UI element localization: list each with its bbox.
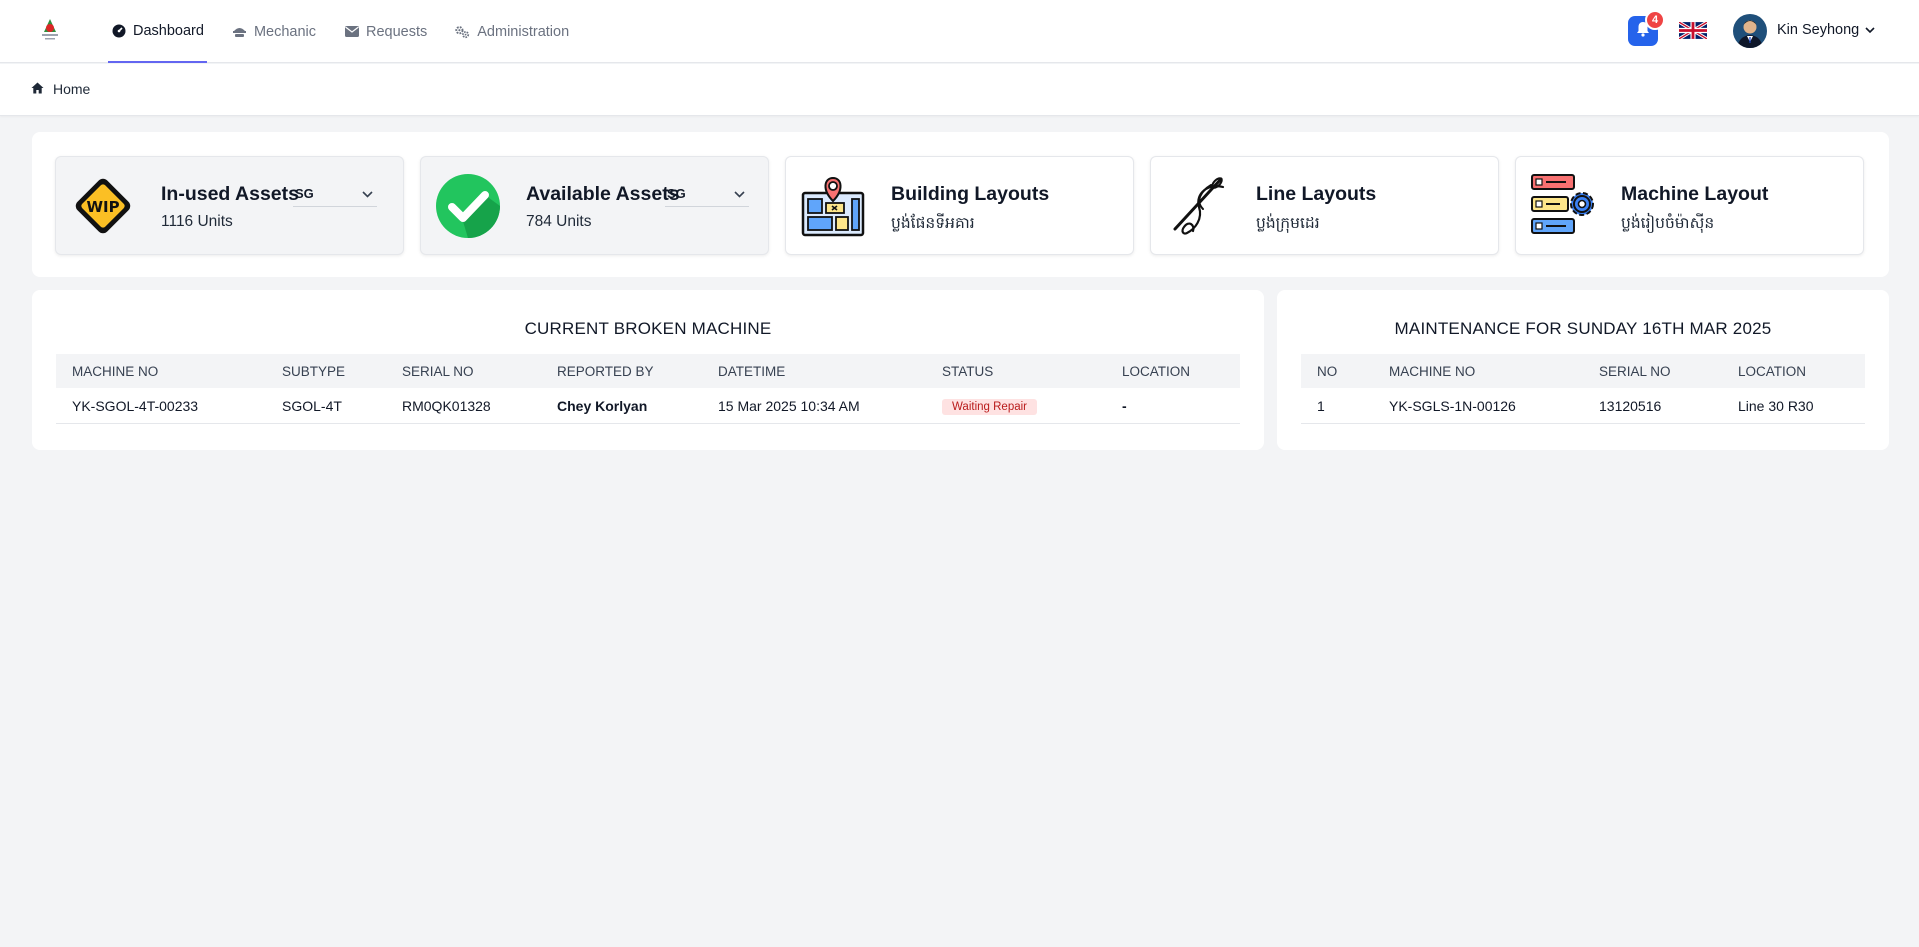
col-serial-no: SERIAL NO <box>1599 363 1671 379</box>
factory-select-value: SG <box>295 186 314 201</box>
cell-datetime: 15 Mar 2025 10:34 AM <box>718 397 860 414</box>
nav-mechanic[interactable]: Mechanic <box>229 0 319 63</box>
nav-dashboard-label: Dashboard <box>133 22 204 39</box>
panel-title: MAINTENANCE FOR SUNDAY 16TH MAR 2025 <box>1394 319 1772 338</box>
nav-administration[interactable]: Administration <box>452 0 572 63</box>
col-machine-no: MACHINE NO <box>1389 363 1476 379</box>
col-location: LOCATION <box>1738 363 1807 379</box>
top-navbar: Dashboard Mechanic Requests Administrati… <box>0 0 1919 63</box>
svg-text:WIP: WIP <box>86 198 119 216</box>
maintenance-panel: MAINTENANCE FOR SUNDAY 16TH MAR 2025 NO … <box>1277 290 1889 450</box>
wip-icon: WIP <box>70 173 136 239</box>
card-line-layouts[interactable]: Line Layouts ប្លង់ក្រុមដេរ <box>1150 156 1499 255</box>
dashboard-icon <box>111 23 126 38</box>
cell-serial-no: RM0QK01328 <box>402 397 491 414</box>
cell-subtype: SGOL-4T <box>282 397 342 414</box>
factory-select[interactable]: SG <box>665 181 749 207</box>
chevron-down-icon <box>734 186 745 201</box>
card-machine-layout[interactable]: Machine Layout ប្លង់រៀបចំម៉ាស៊ីន <box>1515 156 1864 255</box>
home-icon <box>31 81 44 97</box>
card-units: 784 Units <box>526 213 592 230</box>
cell-status: Waiting Repair <box>926 397 1106 415</box>
chevron-down-icon <box>362 186 373 201</box>
nav-requests-label: Requests <box>366 23 428 40</box>
breadcrumb-home: Home <box>53 81 91 97</box>
uk-flag-icon[interactable] <box>1678 20 1708 41</box>
table-row[interactable]: YK-SGOL-4T-00233 SGOL-4T RM0QK01328 Chey… <box>56 388 1240 424</box>
nav-dashboard[interactable]: Dashboard <box>108 0 207 63</box>
machine-list-icon <box>1530 173 1596 239</box>
factory-select[interactable]: SG <box>293 181 377 207</box>
gears-icon <box>455 24 470 39</box>
main-nav: Dashboard Mechanic Requests Administrati… <box>108 0 594 63</box>
table-header: NO MACHINE NO SERIAL NO LOCATION <box>1301 354 1865 388</box>
card-in-used-assets[interactable]: WIP In-used Assets 1116 Units SG <box>55 156 404 255</box>
notification-badge: 4 <box>1645 10 1665 30</box>
envelope-icon <box>344 24 359 39</box>
summary-cards-panel: WIP In-used Assets 1116 Units SG Availab… <box>32 132 1889 277</box>
chevron-down-icon <box>1865 22 1875 38</box>
broken-machine-panel: CURRENT BROKEN MACHINE MACHINE NO SUBTYP… <box>32 290 1264 450</box>
mechanic-icon <box>232 24 247 39</box>
card-title: In-used Assets <box>161 183 299 205</box>
col-serial-no: SERIAL NO <box>402 363 474 379</box>
broken-machine-table: MACHINE NO SUBTYPE SERIAL NO REPORTED BY… <box>56 354 1240 424</box>
check-icon <box>435 173 501 239</box>
user-name: Kin Seyhong <box>1777 22 1860 38</box>
nav-administration-label: Administration <box>477 23 570 40</box>
breadcrumb-bar: Home <box>0 64 1919 116</box>
card-subtitle-khmer: ប្លង់រៀបចំម៉ាស៊ីន <box>1621 215 1715 232</box>
nav-requests[interactable]: Requests <box>341 0 430 63</box>
card-title: Machine Layout <box>1621 183 1769 205</box>
sewing-needle-icon <box>1165 173 1231 239</box>
col-subtype: SUBTYPE <box>282 363 346 379</box>
col-status: STATUS <box>942 363 994 379</box>
col-reported-by: REPORTED BY <box>557 363 654 379</box>
col-datetime: DATETIME <box>718 363 786 379</box>
cell-machine-no: YK-SGOL-4T-00233 <box>72 397 199 414</box>
card-available-assets[interactable]: Available Assets 784 Units SG <box>420 156 769 255</box>
cell-no: 1 <box>1317 397 1325 414</box>
cell-machine-no: YK-SGLS-1N-00126 <box>1389 397 1516 414</box>
card-title: Available Assets <box>526 183 680 205</box>
cell-serial-no: 13120516 <box>1599 397 1662 414</box>
card-subtitle-khmer: ប្លង់ផែនទីអគារ <box>891 215 975 232</box>
cell-location: - <box>1122 397 1127 414</box>
panel-title: CURRENT BROKEN MACHINE <box>524 319 772 338</box>
factory-select-value: SG <box>667 186 686 201</box>
col-machine-no: MACHINE NO <box>72 363 159 379</box>
card-units: 1116 Units <box>161 213 233 230</box>
cell-location: Line 30 R30 <box>1738 397 1814 414</box>
building-map-icon <box>800 173 866 239</box>
card-building-layouts[interactable]: Building Layouts ប្លង់ផែនទីអគារ <box>785 156 1134 255</box>
maintenance-table: NO MACHINE NO SERIAL NO LOCATION 1 YK-SG… <box>1301 354 1865 424</box>
nav-mechanic-label: Mechanic <box>253 23 316 40</box>
col-no: NO <box>1317 363 1338 379</box>
card-subtitle-khmer: ប្លង់ក្រុមដេរ <box>1256 215 1320 232</box>
table-row[interactable]: 1 YK-SGLS-1N-00126 13120516 Line 30 R30 <box>1301 388 1865 424</box>
card-title: Line Layouts <box>1256 183 1377 205</box>
card-title: Building Layouts <box>891 183 1050 205</box>
status-badge: Waiting Repair <box>942 398 1037 415</box>
col-location: LOCATION <box>1122 363 1191 379</box>
cell-reported-by: Chey Korlyan <box>557 397 648 414</box>
company-logo[interactable] <box>36 16 64 44</box>
user-avatar[interactable] <box>1733 14 1767 48</box>
user-menu[interactable]: Kin Seyhong <box>1777 22 1875 38</box>
table-header: MACHINE NO SUBTYPE SERIAL NO REPORTED BY… <box>56 354 1240 388</box>
breadcrumb[interactable]: Home <box>31 81 90 97</box>
